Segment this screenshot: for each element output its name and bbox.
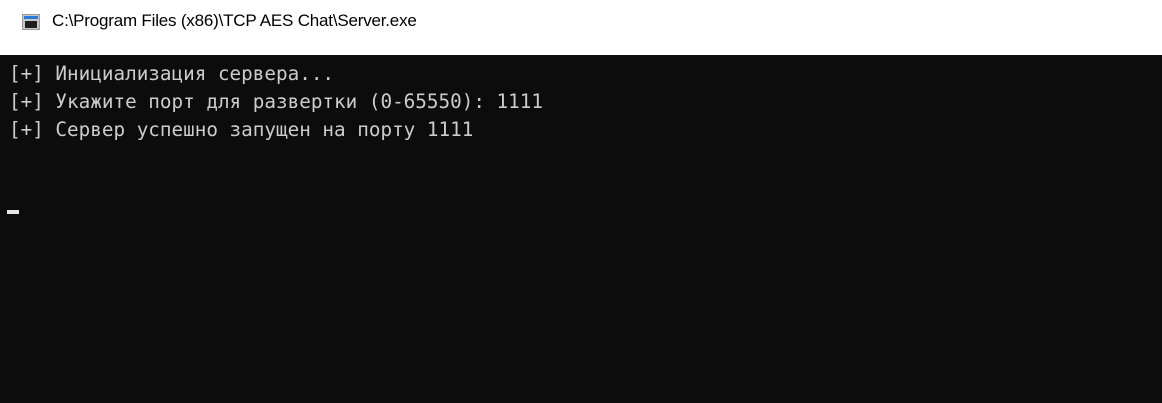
title-bar[interactable]: C:\Program Files (x86)\TCP AES Chat\Serv… <box>0 0 1162 55</box>
text-cursor <box>7 210 19 214</box>
console-app-icon[interactable] <box>22 14 40 30</box>
console-line: [+] Сервер успешно запущен на порту 1111 <box>9 118 474 141</box>
console-window: C:\Program Files (x86)\TCP AES Chat\Serv… <box>0 0 1162 403</box>
console-line: [+] Укажите порт для развертки (0-65550)… <box>9 90 543 113</box>
console-line: [+] Инициализация сервера... <box>9 62 335 85</box>
window-title: C:\Program Files (x86)\TCP AES Chat\Serv… <box>52 11 417 30</box>
console-output[interactable]: [+] Инициализация сервера... [+] Укажите… <box>0 55 1162 403</box>
